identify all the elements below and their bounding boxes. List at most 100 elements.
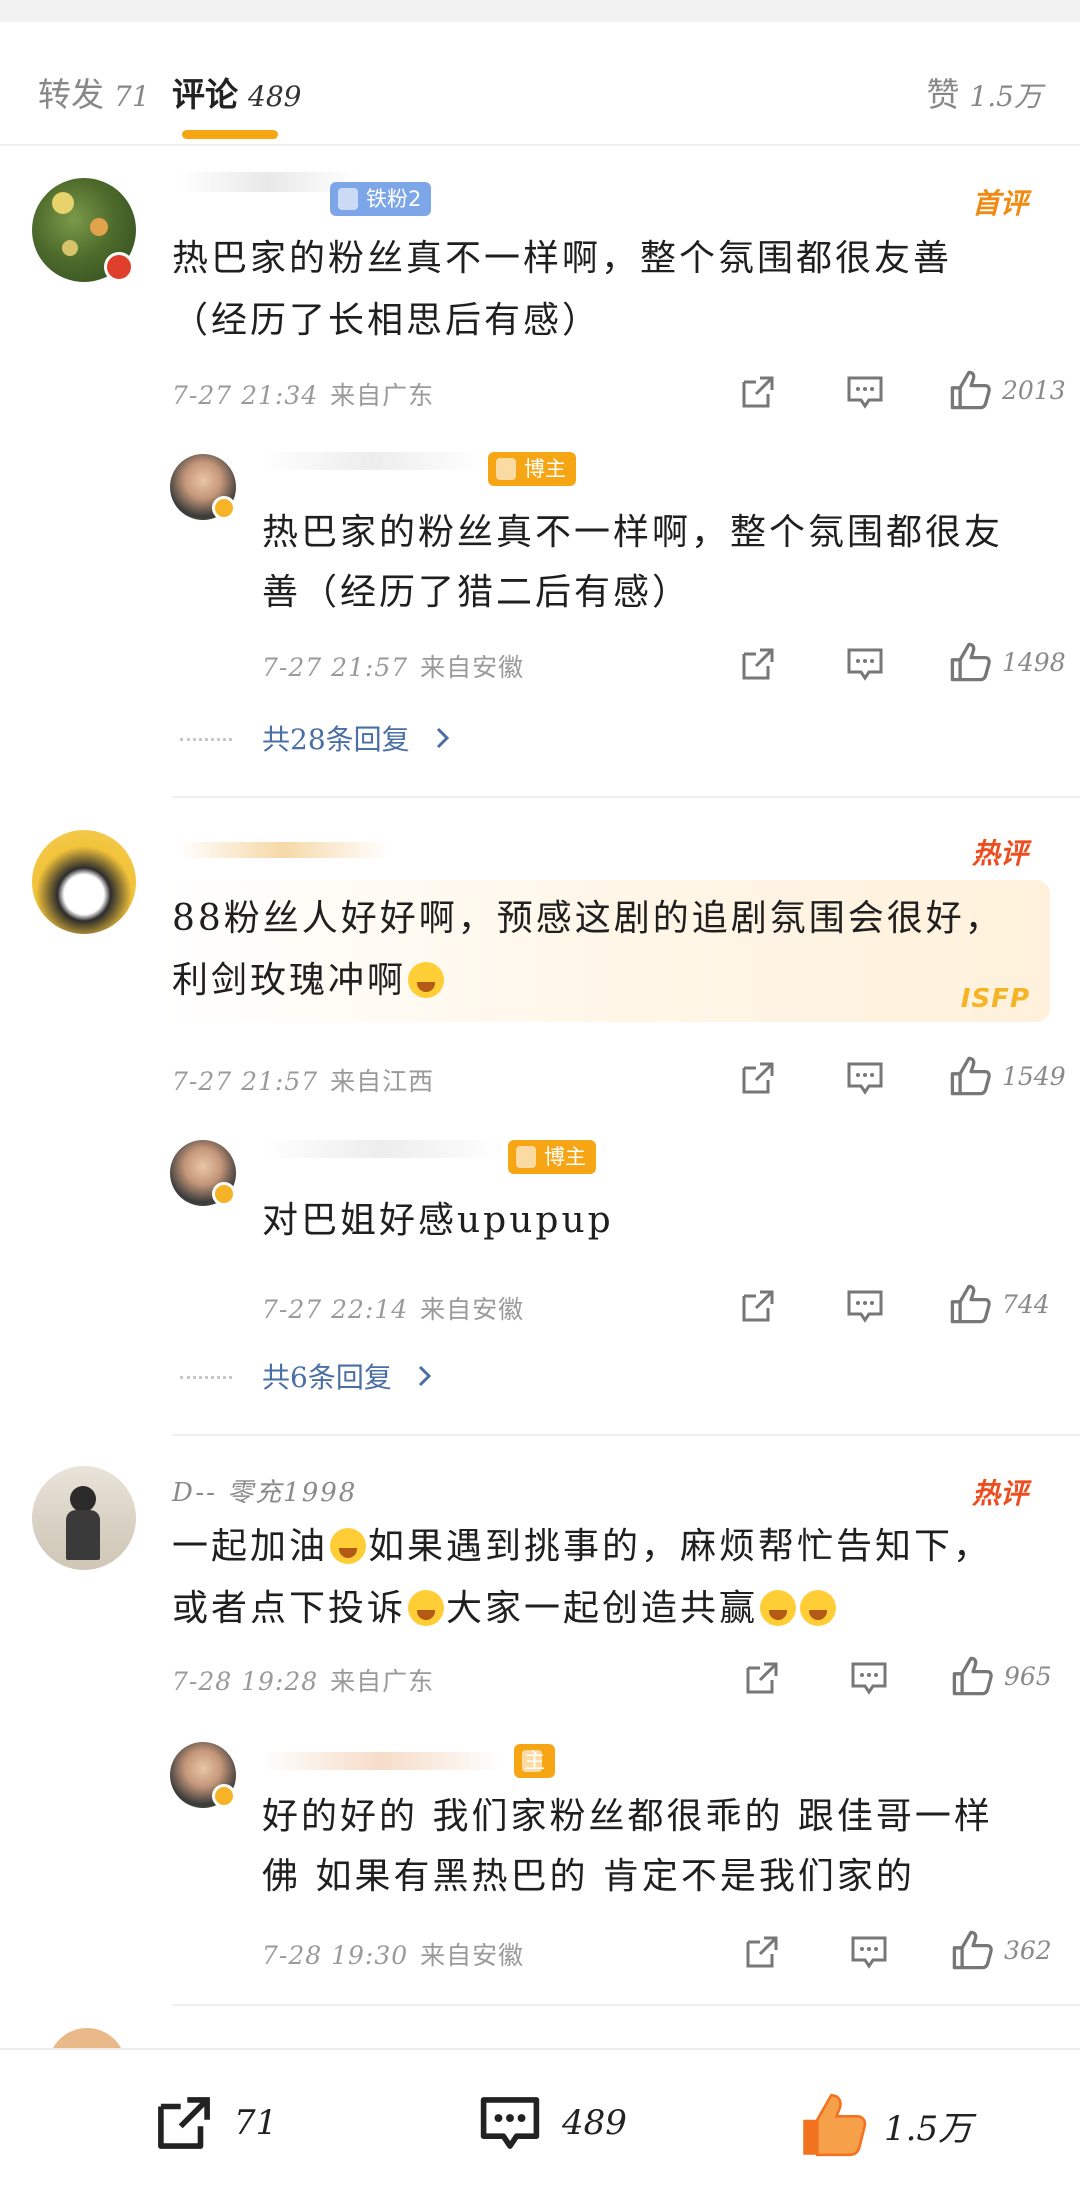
comment-text-line: 一起加油 如果遇到挑事的，麻烦帮忙告知下， (172, 1516, 992, 1578)
verified-badge-icon (212, 1182, 236, 1206)
thumbs-up-icon (950, 642, 991, 682)
repost-count: 71 (234, 2103, 278, 2143)
comment-text-line: 热巴家的粉丝真不一样啊，整个氛围都很友善 (172, 238, 953, 279)
more-replies-text: 共28条回复 (262, 723, 410, 756)
tab-comments-count: 489 (248, 80, 302, 113)
comment-icon[interactable] (845, 644, 885, 684)
comment-icon[interactable] (849, 1658, 889, 1698)
like-count: 2013 (1002, 375, 1066, 405)
commenter-avatar[interactable] (32, 830, 136, 934)
comment-time: 7-27 21:34 (172, 381, 319, 410)
like-button[interactable]: 1549 (948, 1054, 1066, 1098)
comment-meta: 7-27 21:34 来自广东 (172, 376, 434, 412)
comment-meta: 7-28 19:28 来自广东 (172, 1662, 434, 1698)
reply-location: 来自安徽 (420, 1295, 525, 1324)
thumbs-up-icon (950, 370, 991, 410)
reply-text-line: 善（经历了猎二后有感） (262, 572, 692, 613)
tab-likes-count: 1.5万 (969, 80, 1042, 113)
comment-icon[interactable] (845, 1286, 885, 1326)
author-tag: 博主 (508, 1140, 596, 1174)
tab-comments[interactable]: 评论 489 (172, 68, 301, 116)
username-obscured[interactable] (262, 1140, 502, 1158)
likes-count: 1.5万 (884, 2108, 973, 2149)
like-button[interactable]: 1498 (948, 640, 1066, 684)
comment-text-fragment: 大家一起创造共赢 (446, 1588, 759, 1629)
member-badge-icon (104, 252, 134, 282)
reply-location: 来自安徽 (420, 1941, 525, 1970)
verified-badge-icon (212, 496, 236, 520)
crying-emoji-icon (800, 1590, 837, 1626)
comment-divider (172, 2004, 1080, 2006)
tab-repost[interactable]: 转发 71 (38, 68, 150, 116)
tab-repost-count: 71 (114, 80, 150, 113)
tab-likes-label: 赞 (926, 75, 960, 114)
tab-likes[interactable]: 赞 1.5万 (926, 68, 1042, 116)
thumbs-up-icon (950, 1056, 991, 1096)
reply-text-line: 热巴家的粉丝真不一样啊，整个氛围都很友 (262, 512, 1004, 553)
share-icon[interactable] (738, 372, 778, 412)
comment-text-line: 利剑玫瑰冲啊 (172, 950, 446, 1012)
tab-comments-label: 评论 (172, 75, 238, 114)
share-icon[interactable] (742, 1658, 782, 1698)
username-obscured[interactable] (262, 452, 482, 470)
crying-emoji-icon (330, 1528, 367, 1564)
reply-location: 来自安徽 (420, 653, 525, 682)
reply-meta: 7-27 22:14 来自安徽 (262, 1290, 524, 1326)
share-icon[interactable] (738, 1058, 778, 1098)
commenter-avatar[interactable] (32, 1466, 136, 1570)
comment-text-line: 88粉丝人好好啊，预感这剧的追剧氛围会很好， (172, 898, 1004, 939)
more-replies-link[interactable]: 共28条回复 (262, 718, 456, 758)
like-count: 965 (1004, 1661, 1052, 1691)
repost-icon (158, 2097, 210, 2149)
comment-icon[interactable] (849, 1932, 889, 1972)
active-tab-indicator (182, 130, 278, 139)
hot-comment-badge: 热评 (971, 837, 1028, 870)
share-icon[interactable] (742, 1932, 782, 1972)
replies-dots (180, 738, 232, 742)
smiling-emoji-icon (408, 1590, 445, 1626)
reply-meta: 7-27 21:57 来自安徽 (262, 648, 524, 684)
comment-divider (172, 1434, 1080, 1436)
crying-emoji-icon (408, 962, 445, 998)
reply-time: 7-27 22:14 (262, 1295, 409, 1324)
like-button[interactable]: 2013 (948, 368, 1066, 412)
comment-text-fragment: 利剑玫瑰冲啊 (172, 960, 407, 1001)
comment-icon[interactable] (845, 372, 885, 412)
comment-icon (480, 2097, 540, 2149)
comment-time: 7-27 21:57 (172, 1067, 319, 1096)
reply-text-line: 佛 如果有黑热巴的 肯定不是我们家的 (262, 1856, 915, 1897)
author-tag: 主 (514, 1744, 555, 1778)
reply-time: 7-28 19:30 (262, 1941, 409, 1970)
comment-location: 来自广东 (330, 1667, 435, 1696)
comment-icon[interactable] (845, 1058, 885, 1098)
tab-bar: 转发 71 评论 489 赞 1.5万 (0, 22, 1080, 146)
status-strip (0, 0, 1080, 22)
comments-count: 489 (562, 2103, 627, 2143)
repost-button[interactable]: 71 (150, 2090, 277, 2156)
comment-location: 来自江西 (330, 1067, 435, 1096)
comment-meta: 7-27 21:57 来自江西 (172, 1062, 434, 1098)
reply-time: 7-27 21:57 (262, 653, 409, 682)
comment-divider (172, 796, 1080, 798)
username-obscured[interactable] (178, 842, 388, 858)
comment-text-fragment: 或者点下投诉 (172, 1588, 407, 1629)
first-comment-badge: 首评 (971, 187, 1028, 220)
chevron-right-icon (418, 1365, 431, 1387)
like-button[interactable]: 744 (948, 1282, 1050, 1326)
comments-button[interactable]: 489 (474, 2090, 627, 2156)
comment-text-line: 或者点下投诉 大家一起创造共赢 (172, 1578, 838, 1640)
comment-text-fragment: 如果遇到挑事的，麻烦帮忙告知下， (368, 1526, 993, 1567)
more-replies-link[interactable]: 共6条回复 (262, 1356, 438, 1396)
share-icon[interactable] (738, 644, 778, 684)
fan-level-tag: 铁粉2 (330, 182, 432, 216)
share-icon[interactable] (738, 1286, 778, 1326)
tab-repost-label: 转发 (38, 75, 104, 114)
commenter-username[interactable]: D-- 零充1998 (172, 1472, 357, 1509)
thumbs-up-filled-icon (803, 2093, 867, 2157)
like-button[interactable]: 965 (950, 1654, 1052, 1698)
like-post-button[interactable]: 1.5万 (798, 2090, 972, 2160)
more-replies-text: 共6条回复 (262, 1361, 392, 1394)
like-button[interactable]: 362 (950, 1928, 1052, 1972)
username-obscured[interactable] (262, 1752, 502, 1770)
author-tag: 博主 (488, 452, 576, 486)
